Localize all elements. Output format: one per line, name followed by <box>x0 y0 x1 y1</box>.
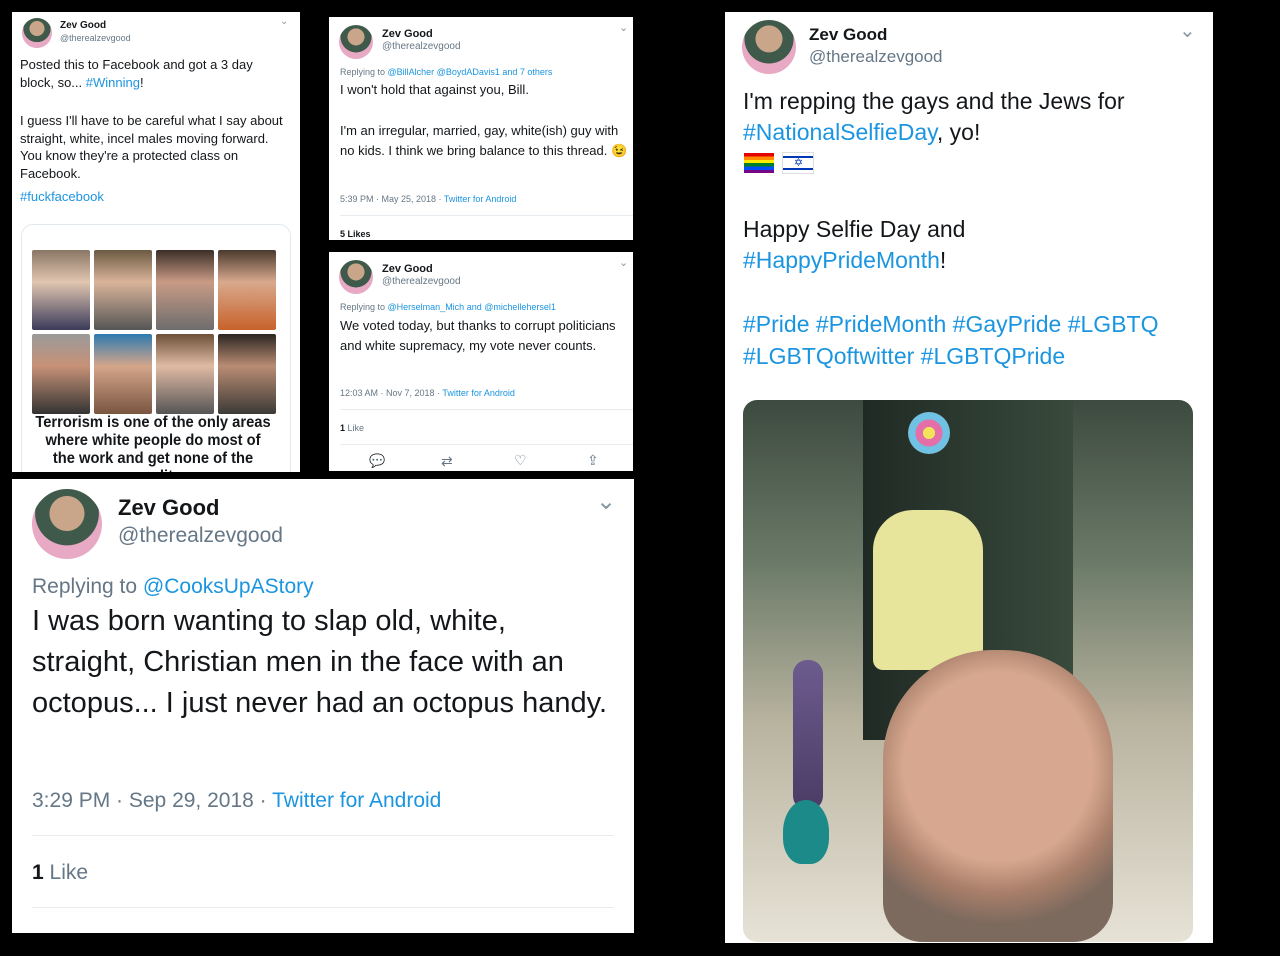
divider <box>340 215 633 216</box>
israel-flag-icon: ✡ <box>782 152 815 174</box>
tweet-body: I guess I'll have to be careful what I s… <box>20 113 283 181</box>
avatar[interactable] <box>32 489 102 559</box>
likes-number: 1 <box>32 861 44 884</box>
likes-count[interactable]: 1 Like <box>340 422 364 434</box>
avatar[interactable] <box>22 18 52 48</box>
likes-count[interactable]: 5 Likes <box>340 228 371 240</box>
photo-vase <box>783 800 829 864</box>
avatar[interactable] <box>339 25 373 59</box>
photo-lavender <box>793 660 823 810</box>
photo-person-back <box>873 510 983 670</box>
author-name[interactable]: Zev Good <box>382 263 433 275</box>
photo-face <box>883 650 1113 942</box>
tweet-meta: 3:29 PM · Sep 29, 2018 · Twitter for And… <box>32 787 441 815</box>
mugshot-photo <box>218 250 276 330</box>
hashtag-link[interactable]: #Winning <box>86 75 140 90</box>
timestamp: 5:39 PM · May 25, 2018 · <box>340 194 444 204</box>
mugshot-photo <box>94 334 152 414</box>
author-handle[interactable]: @therealzevgood <box>118 524 283 548</box>
share-icon[interactable]: ⇪ <box>587 452 599 469</box>
replying-to: Replying to @Herselman_Mich and @michell… <box>340 301 556 313</box>
reply-icon[interactable]: 💬 <box>369 453 385 469</box>
author-name[interactable]: Zev Good <box>60 20 106 31</box>
tweet-line-end: ! <box>139 74 144 90</box>
hashtag-links[interactable]: #LGBTQoftwitter #LGBTQPride <box>743 341 1065 372</box>
mugshot-photo <box>32 250 90 330</box>
tweet-line: #HappyPrideMonth! <box>743 245 946 276</box>
tweet-line-end: ! <box>939 247 947 273</box>
tweet-card-bill: Zev Good @therealzevgood ⌄ Replying to @… <box>329 17 633 240</box>
chevron-down-icon[interactable]: ⌄ <box>619 256 628 269</box>
author-name[interactable]: Zev Good <box>382 28 433 40</box>
mention-link[interactable]: @Herselman_Mich and @michellehersel1 <box>388 302 556 312</box>
tweet-line: I'm repping the gays and the Jews for <box>743 88 1125 114</box>
divider <box>32 835 614 836</box>
mention-link[interactable]: @BillAlcher @BoydADavis1 and 7 others <box>388 67 553 77</box>
replying-to: Replying to @CooksUpAStory <box>32 573 314 601</box>
retweet-icon[interactable]: ⇄ <box>441 453 453 470</box>
client-link[interactable]: Twitter for Android <box>442 388 515 398</box>
avatar[interactable] <box>339 260 373 294</box>
timestamp: 3:29 PM · Sep 29, 2018 · <box>32 789 273 812</box>
flag-emojis: ✡ <box>744 152 818 174</box>
tweet-text: Posted this to Facebook and got a 3 day … <box>20 56 290 91</box>
meme-caption: Terrorism is one of the only areas where… <box>35 414 271 472</box>
rainbow-flag-icon <box>744 153 774 173</box>
likes-number: 1 <box>340 423 346 433</box>
tweet-line: #NationalSelfieDay, yo! <box>743 117 980 148</box>
replying-prefix: Replying to <box>340 302 388 312</box>
replying-prefix: Replying to <box>340 67 388 77</box>
mugshot-photo <box>32 334 90 414</box>
mugshot-photo <box>218 334 276 414</box>
timestamp: 12:03 AM · Nov 7, 2018 · <box>340 388 443 398</box>
chevron-down-icon[interactable]: ⌄ <box>596 487 616 516</box>
tweet-card-facebook: Zev Good @therealzevgood ⌄ Posted this t… <box>12 12 300 472</box>
likes-label: Like <box>347 423 365 433</box>
tweet-body: We voted today, but thanks to corrupt po… <box>340 318 616 353</box>
mugshot-grid <box>32 250 280 414</box>
hashtag-links[interactable]: #Pride #PrideMonth #GayPride #LGBTQ <box>743 309 1158 340</box>
author-handle[interactable]: @therealzevgood <box>382 41 461 52</box>
likes-label: Like <box>49 861 89 884</box>
tweet-card-voted: Zev Good @therealzevgood ⌄ Replying to @… <box>329 252 633 471</box>
hashtag-link[interactable]: #NationalSelfieDay <box>743 119 937 145</box>
chevron-down-icon[interactable]: ⌄ <box>280 16 288 27</box>
client-link[interactable]: Twitter for Android <box>444 194 517 204</box>
divider <box>340 444 633 445</box>
heart-icon[interactable]: ♡ <box>514 452 527 469</box>
tweet-line-end: , yo! <box>936 119 981 145</box>
client-link[interactable]: Twitter for Android <box>272 789 441 812</box>
chevron-down-icon[interactable]: ⌄ <box>619 21 628 34</box>
mugshot-photo <box>94 250 152 330</box>
likes-count[interactable]: 1 Like <box>32 859 88 887</box>
mugshot-photo <box>156 250 214 330</box>
photo-rainbow-kippah <box>908 412 950 454</box>
author-handle[interactable]: @therealzevgood <box>60 33 131 43</box>
tweet-line: I won't hold that against you, Bill. <box>340 82 529 97</box>
author-name[interactable]: Zev Good <box>809 25 887 45</box>
divider <box>340 409 633 410</box>
tweet-body: I'm an irregular, married, gay, white(is… <box>340 123 628 158</box>
mugshot-photo <box>156 334 214 414</box>
tweet-meta: 5:39 PM · May 25, 2018 · Twitter for And… <box>340 193 516 205</box>
tweet-card-octopus: Zev Good @therealzevgood ⌄ Replying to @… <box>12 479 634 933</box>
tweet-card-selfie: Zev Good @therealzevgood ⌄ I'm repping t… <box>725 12 1213 943</box>
tweet-body: I was born wanting to slap old, white, s… <box>32 605 608 719</box>
replying-prefix: Replying to <box>32 575 143 598</box>
tweet-meta: 12:03 AM · Nov 7, 2018 · Twitter for And… <box>340 387 515 399</box>
avatar[interactable] <box>742 20 796 74</box>
chevron-down-icon[interactable]: ⌄ <box>1179 18 1196 43</box>
hashtag-link[interactable]: #HappyPrideMonth <box>743 247 940 273</box>
author-name[interactable]: Zev Good <box>118 495 219 521</box>
mention-link[interactable]: @CooksUpAStory <box>143 575 314 598</box>
hashtag-link[interactable]: #fuckfacebook <box>20 188 104 206</box>
tweet-line: Happy Selfie Day and <box>743 216 966 242</box>
selfie-photo[interactable] <box>743 400 1193 942</box>
divider <box>32 907 614 908</box>
replying-to: Replying to @BillAlcher @BoydADavis1 and… <box>340 66 552 78</box>
author-handle[interactable]: @therealzevgood <box>382 276 461 287</box>
author-handle[interactable]: @therealzevgood <box>809 47 943 67</box>
